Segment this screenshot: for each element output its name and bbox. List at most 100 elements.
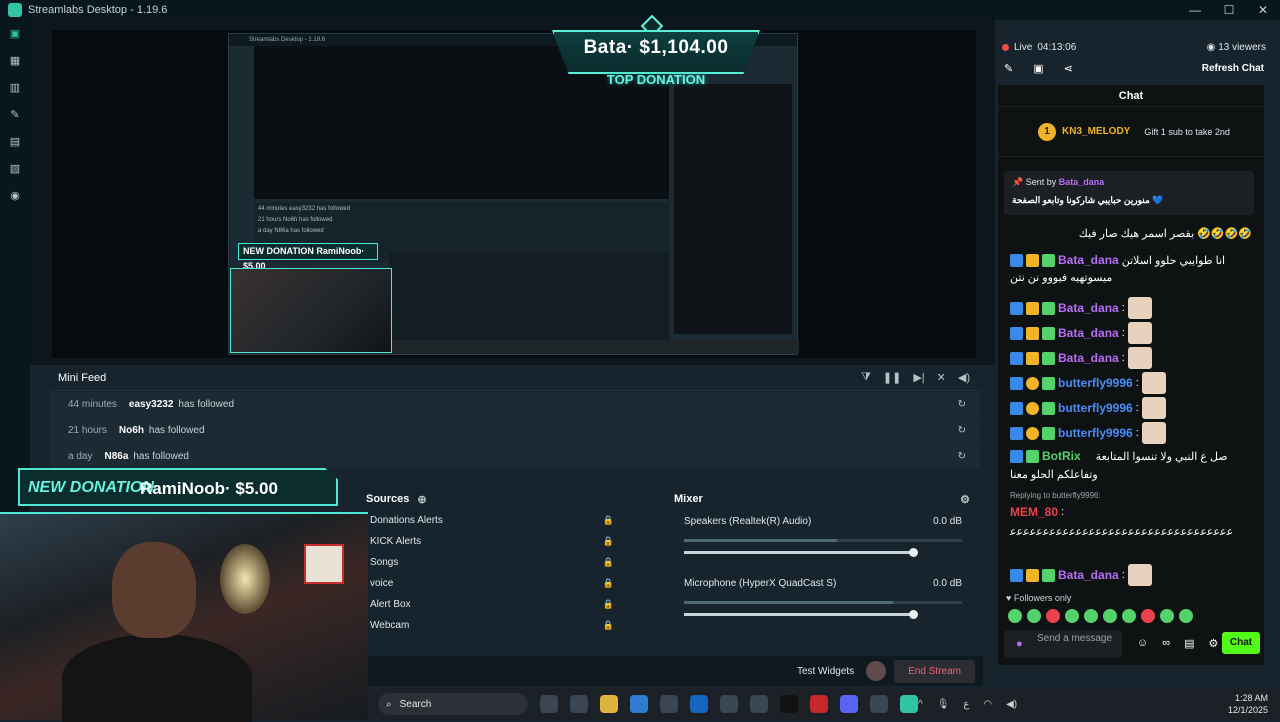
edit-icon[interactable]: ✎ bbox=[1004, 62, 1013, 75]
chat-message: BotRix صل ع النبي ولا تنسوا المتابعة bbox=[1010, 449, 1228, 463]
mixer-settings-icon[interactable]: ⚙ bbox=[960, 493, 970, 506]
explorer-icon[interactable] bbox=[600, 695, 618, 713]
volume-slider[interactable] bbox=[684, 548, 918, 557]
inner-feed-item: a day N86a has followed bbox=[258, 228, 324, 234]
popout-icon[interactable]: ▣ bbox=[1033, 62, 1043, 75]
repeat-alert-icon[interactable]: ↻ bbox=[958, 399, 966, 410]
repeat-alert-icon[interactable]: ↻ bbox=[958, 451, 966, 462]
streamlabs-icon[interactable] bbox=[900, 695, 918, 713]
tiktok-icon[interactable] bbox=[780, 695, 798, 713]
source-item[interactable]: Songs 🔒 bbox=[338, 552, 664, 573]
source-item[interactable]: KICK Alerts 🔒 bbox=[338, 531, 664, 552]
rec-button[interactable] bbox=[866, 661, 887, 681]
minimize-button[interactable]: — bbox=[1178, 3, 1212, 17]
mic-icon[interactable]: 🎙 bbox=[937, 699, 950, 710]
emote-button[interactable] bbox=[1065, 609, 1079, 623]
live-dock-header: Live 04:13:06 ◉ 13 viewers ✎ ▣ ⋖ Refresh… bbox=[996, 36, 1272, 82]
pause-icon[interactable]: ❚❚ bbox=[883, 371, 901, 384]
chat-message: MEM_80: bbox=[1010, 505, 1065, 519]
refresh-chat-button[interactable]: Refresh Chat bbox=[1202, 63, 1264, 74]
dashboard-nav-icon[interactable]: ▦ bbox=[0, 47, 30, 74]
settings-icon[interactable]: ⚙ bbox=[1208, 637, 1218, 650]
themes-nav-icon[interactable]: ✎ bbox=[0, 101, 30, 128]
source-item[interactable]: Webcam 🔒 bbox=[338, 615, 664, 636]
window-title: Streamlabs Desktop - 1.19.6 bbox=[28, 4, 168, 16]
inner-feed-item: 44 minutes easy3232 has followed bbox=[258, 206, 351, 212]
chat-message: وتفاعلكم الحلو معنا bbox=[1010, 469, 1098, 481]
chat-message: Bata_dana انا طوايبي حلوو اسلاتن bbox=[1010, 253, 1225, 267]
emote-button[interactable] bbox=[1179, 609, 1193, 623]
library-nav-icon[interactable]: ▥ bbox=[0, 74, 30, 101]
gift-user: KN3_MELODY bbox=[1062, 126, 1131, 137]
chat-title: Chat bbox=[998, 85, 1264, 107]
opera-icon[interactable] bbox=[810, 695, 828, 713]
apps-nav-icon[interactable]: ◉ bbox=[0, 182, 30, 209]
share-icon[interactable]: ⋖ bbox=[1064, 62, 1073, 75]
lock-icon: 🔒 bbox=[602, 578, 614, 588]
source-item[interactable]: Donations Alerts 🔒 bbox=[338, 510, 664, 531]
emote-button[interactable] bbox=[1122, 609, 1136, 623]
chevron-up-icon[interactable]: ^ bbox=[918, 699, 923, 710]
streamlabs-logo-icon bbox=[8, 3, 22, 17]
live-dot-icon bbox=[1002, 44, 1009, 51]
edge-icon[interactable] bbox=[630, 695, 648, 713]
taskbar-search[interactable]: ⌕ Search bbox=[378, 693, 528, 715]
clock-date: 12/1/2025 bbox=[1227, 705, 1268, 715]
emote-button[interactable] bbox=[1141, 609, 1155, 623]
mute-alerts-icon[interactable]: ✕ bbox=[937, 371, 946, 384]
maximize-button[interactable]: ☐ bbox=[1212, 3, 1246, 17]
inner-feed-item: 21 hours No6h has followed bbox=[258, 217, 333, 223]
emote-button[interactable] bbox=[1103, 609, 1117, 623]
emote bbox=[1127, 322, 1152, 344]
mic-icon[interactable]: ● bbox=[1016, 638, 1023, 650]
emote-button[interactable] bbox=[1008, 609, 1022, 623]
chat-send-button[interactable]: Chat bbox=[1222, 632, 1260, 654]
source-item[interactable]: Alert Box 🔒 bbox=[338, 594, 664, 615]
volume-slider[interactable] bbox=[684, 610, 918, 619]
add-source-icon[interactable]: ⊕ bbox=[417, 493, 426, 506]
store-nav-icon[interactable]: ▤ bbox=[0, 128, 30, 155]
emoji-icon[interactable]: ☺ bbox=[1137, 637, 1148, 650]
emote-button[interactable] bbox=[1160, 609, 1174, 623]
highlighter-nav-icon[interactable]: ▧ bbox=[0, 155, 30, 182]
taskview-icon[interactable] bbox=[540, 695, 558, 713]
steam-icon[interactable] bbox=[720, 695, 738, 713]
repeat-alert-icon[interactable]: ↻ bbox=[958, 425, 966, 436]
inner-webcam bbox=[230, 268, 392, 353]
window-controls: — ☐ ✕ bbox=[1178, 3, 1280, 17]
store-icon[interactable]: ▤ bbox=[1184, 637, 1194, 650]
mixer-item: Speakers (Realtek(R) Audio) 0.0 dB bbox=[668, 510, 978, 557]
emote-button[interactable] bbox=[1027, 609, 1041, 623]
emote bbox=[1127, 347, 1152, 369]
lock-icon: 🔒 bbox=[602, 599, 614, 609]
4k-icon[interactable] bbox=[750, 695, 768, 713]
stream-preview-canvas[interactable]: Streamlabs Desktop - 1.19.6 44 minutes e… bbox=[52, 30, 976, 358]
infinity-icon[interactable]: ∞ bbox=[1162, 637, 1170, 650]
language-indicator[interactable]: ع bbox=[963, 699, 969, 710]
donation-title: NEW DONATION bbox=[28, 479, 154, 496]
emote-button[interactable] bbox=[1046, 609, 1060, 623]
store-icon[interactable] bbox=[660, 695, 678, 713]
test-widgets-button[interactable]: Test Widgets bbox=[797, 666, 854, 677]
system-tray: ^ 🎙 ع ◠ ◀) bbox=[918, 699, 1017, 710]
discord-icon[interactable] bbox=[840, 695, 858, 713]
studio-nav-icon[interactable]: ▣ bbox=[0, 20, 30, 47]
outlook-icon[interactable] bbox=[690, 695, 708, 713]
inner-sources-mixer bbox=[389, 252, 669, 340]
wifi-icon[interactable]: ◠ bbox=[983, 699, 992, 710]
volume-icon[interactable]: ◀) bbox=[1006, 699, 1017, 710]
obs-icon[interactable] bbox=[870, 695, 888, 713]
end-stream-button[interactable]: End Stream bbox=[894, 659, 975, 683]
close-button[interactable]: ✕ bbox=[1246, 3, 1280, 17]
audio-db: 0.0 dB bbox=[933, 578, 962, 589]
skip-icon[interactable]: ▶| bbox=[913, 371, 924, 384]
chat-send-area: Send a message ● ☺ ∞ ▤ ⚙ Chat bbox=[1004, 630, 1260, 658]
volume-icon[interactable]: ◀) bbox=[958, 371, 970, 384]
emote-button[interactable] bbox=[1084, 609, 1098, 623]
copilot-icon[interactable] bbox=[570, 695, 588, 713]
source-item[interactable]: voice 🔒 bbox=[338, 573, 664, 594]
emote bbox=[1141, 422, 1166, 444]
pin-icon[interactable]: 📌 bbox=[1012, 177, 1026, 187]
taskbar-clock[interactable]: 1:28 AM 12/1/2025 bbox=[1228, 692, 1268, 716]
filter-icon[interactable]: ⧩ bbox=[861, 371, 871, 384]
